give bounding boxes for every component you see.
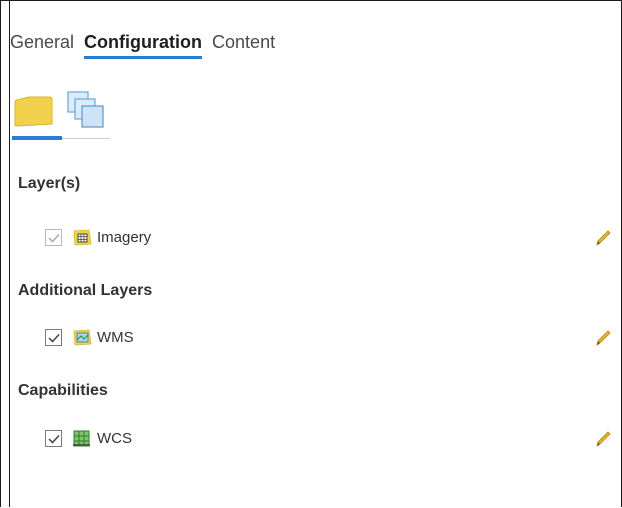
wcs-label: WCS (97, 430, 132, 447)
raster-icon (73, 229, 92, 246)
pencil-edit-icon[interactable] (593, 429, 613, 449)
check-icon (47, 434, 60, 444)
tab-general[interactable]: General (10, 32, 74, 59)
subtab-strip (12, 88, 112, 136)
imagery-checkbox[interactable] (45, 229, 62, 246)
tab-configuration[interactable]: Configuration (84, 32, 203, 59)
wms-checkbox[interactable] (45, 329, 62, 346)
section-title-layers: Layer(s) (18, 175, 81, 192)
folder-tab-icon (14, 96, 53, 127)
check-icon (47, 333, 60, 343)
wms-label: WMS (97, 329, 134, 346)
tab-strip: General Configuration Content (10, 32, 285, 59)
subtab-active-indicator (12, 136, 62, 140)
section-title-additional-layers: Additional Layers (18, 282, 153, 299)
panel-left-border (9, 1, 10, 507)
layers-tab-icon (67, 91, 104, 128)
layer-row-wcs: WCS (45, 430, 132, 447)
tab-content[interactable]: Content (212, 32, 275, 59)
subtab-layers[interactable] (62, 88, 112, 136)
wms-map-icon (73, 329, 92, 346)
wcs-checkbox[interactable] (45, 430, 62, 447)
check-icon (47, 233, 60, 243)
pencil-edit-icon[interactable] (593, 228, 613, 248)
section-title-capabilities: Capabilities (18, 382, 108, 399)
pencil-edit-icon[interactable] (593, 328, 613, 348)
layer-row-imagery: Imagery (45, 229, 151, 246)
layer-row-wms: WMS (45, 329, 134, 346)
subtab-general-settings[interactable] (12, 88, 62, 136)
imagery-label: Imagery (97, 229, 152, 246)
wcs-grid-icon (73, 430, 90, 447)
